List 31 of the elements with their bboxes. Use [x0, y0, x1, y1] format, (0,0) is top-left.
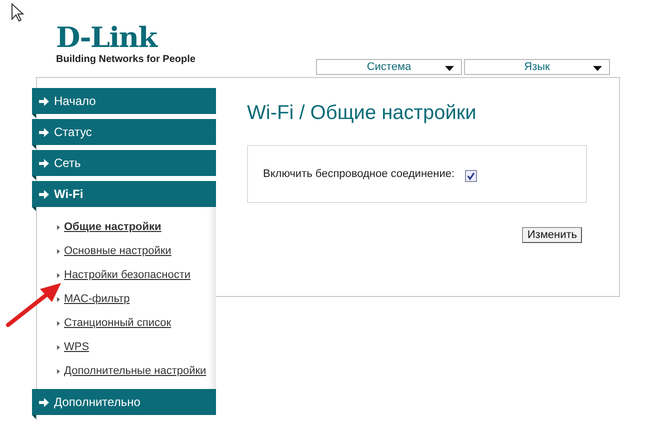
bullet-icon: [57, 368, 60, 374]
arrow-right-icon: [39, 190, 49, 198]
arrow-right-icon: [39, 128, 49, 136]
arrow-right-icon: [39, 96, 49, 106]
checkbox-label: Включить беспроводное соединение:: [263, 168, 455, 180]
annotation-arrow: [6, 283, 61, 327]
logo-tagline: Building Networks for People: [56, 54, 196, 66]
arrow-right-icon: [39, 398, 49, 406]
bullet-icon: [57, 296, 60, 302]
bullet-icon: [57, 248, 60, 254]
dropdown-arrow-icon: [445, 66, 454, 71]
dropdown-arrow-icon: [593, 66, 602, 71]
submenu-link[interactable]: MAC-фильтр: [64, 293, 130, 305]
submenu-link[interactable]: Настройки безопасности: [64, 269, 191, 281]
bullet-icon: [57, 344, 60, 350]
menu-dropdown[interactable]: Система: [316, 59, 462, 75]
bullet-icon: [57, 320, 60, 326]
arrow-right-icon: [39, 158, 49, 168]
submenu-link[interactable]: Общие настройки: [64, 221, 162, 233]
apply-button[interactable]: Изменить: [522, 227, 582, 243]
page-title: Wi-Fi / Общие настройки: [247, 101, 478, 126]
submenu-link[interactable]: Станционный список: [64, 317, 172, 329]
checkbox[interactable]: [464, 170, 477, 182]
logo-brand: D-Link: [56, 22, 159, 54]
submenu-link[interactable]: WPS: [64, 341, 90, 353]
submenu-link[interactable]: Дополнительные настройки: [64, 365, 206, 377]
cursor-icon: [12, 2, 24, 22]
menu-dropdown[interactable]: Язык: [464, 59, 610, 75]
bullet-icon: [57, 224, 60, 230]
bullet-icon: [57, 272, 60, 278]
submenu-link[interactable]: Основные настройки: [64, 245, 172, 257]
